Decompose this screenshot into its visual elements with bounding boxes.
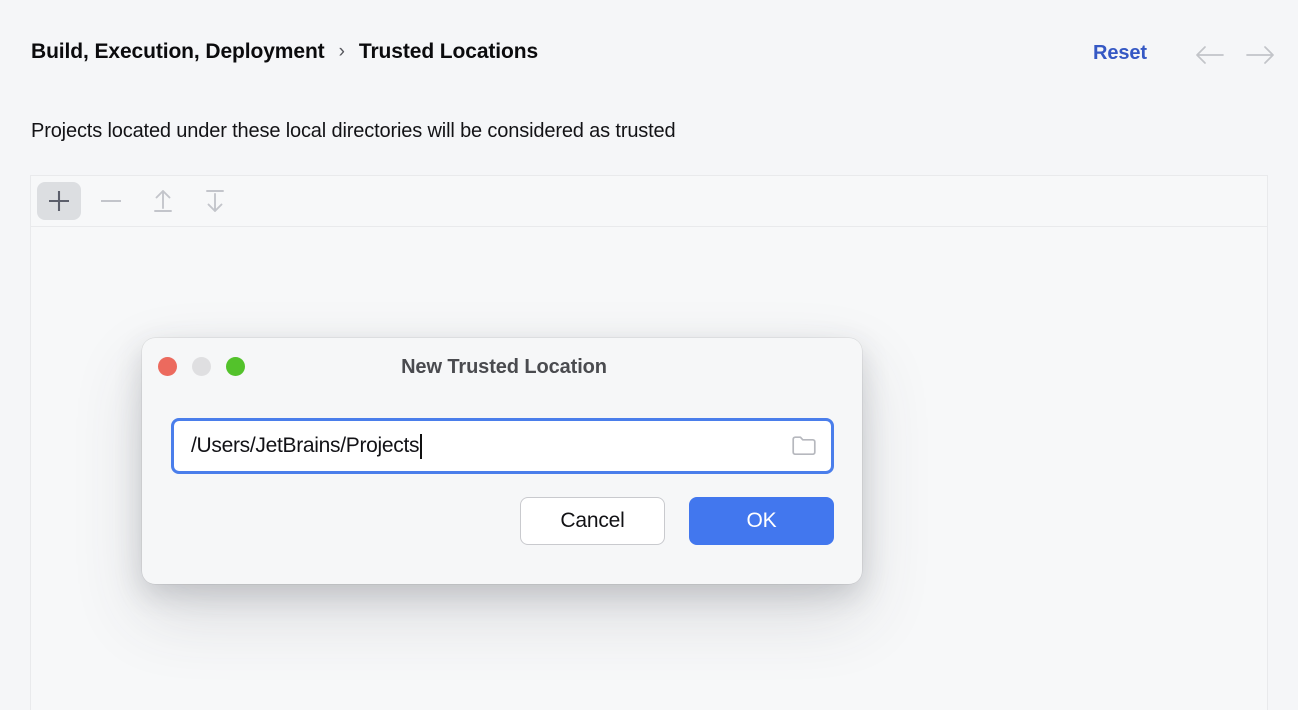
minus-icon xyxy=(98,188,124,214)
path-input-value: /Users/JetBrains/Projects xyxy=(191,434,420,457)
move-to-bottom-icon xyxy=(202,188,228,214)
move-to-top-icon xyxy=(150,188,176,214)
dialog-titlebar: New Trusted Location xyxy=(142,338,862,398)
path-input[interactable]: /Users/JetBrains/Projects xyxy=(171,418,834,474)
remove-location-button[interactable] xyxy=(89,182,133,220)
path-field-wrapper: /Users/JetBrains/Projects xyxy=(171,418,834,474)
nav-arrow-group xyxy=(1194,43,1276,67)
ok-button[interactable]: OK xyxy=(689,497,834,545)
plus-icon xyxy=(46,188,72,214)
arrow-left-icon[interactable] xyxy=(1194,43,1224,67)
settings-header: Build, Execution, Deployment › Trusted L… xyxy=(0,0,1298,92)
cancel-button[interactable]: Cancel xyxy=(520,497,665,545)
breadcrumb-leaf: Trusted Locations xyxy=(358,40,539,63)
page-description: Projects located under these local direc… xyxy=(31,120,676,142)
breadcrumb-root[interactable]: Build, Execution, Deployment xyxy=(31,40,325,64)
breadcrumb: Build, Execution, Deployment › Trusted L… xyxy=(31,40,538,64)
move-to-top-button[interactable] xyxy=(141,182,185,220)
text-cursor xyxy=(420,433,422,459)
arrow-right-icon[interactable] xyxy=(1246,43,1276,67)
dialog-title: New Trusted Location xyxy=(401,356,607,378)
breadcrumb-separator-icon: › xyxy=(338,41,345,62)
panel-toolbar xyxy=(31,176,1267,227)
add-location-button[interactable] xyxy=(37,182,81,220)
new-trusted-location-dialog: New Trusted Location /Users/JetBrains/Pr… xyxy=(142,338,862,584)
dialog-button-row: Cancel OK xyxy=(520,497,834,545)
move-to-bottom-button[interactable] xyxy=(193,182,237,220)
folder-icon[interactable] xyxy=(791,434,817,458)
reset-button[interactable]: Reset xyxy=(1093,42,1147,65)
